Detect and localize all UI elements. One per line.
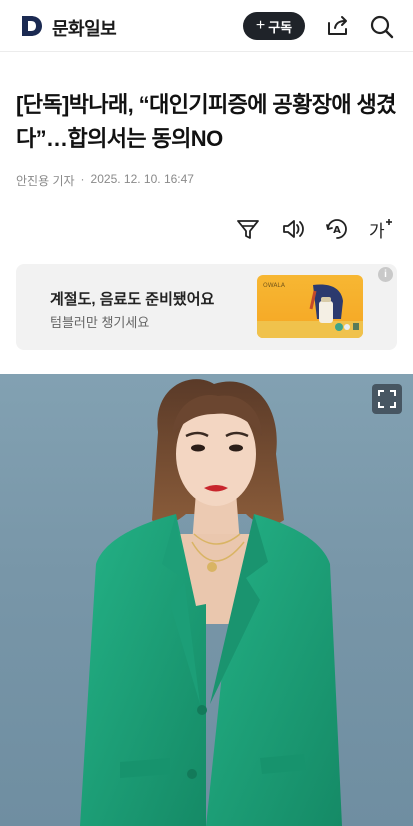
font-size-icon[interactable]: 가 <box>368 216 394 242</box>
ad-banner[interactable]: 계절도, 음료도 준비됐어요 텀블러만 챙기세요 OWALA i <box>16 264 397 350</box>
article-headline: [단독]박나래, “대인기피증에 공황장애 생겼다”…합의서는 동의NO <box>16 92 396 151</box>
plus-icon: + <box>255 17 266 34</box>
expand-icon <box>378 390 396 408</box>
share-icon[interactable] <box>325 14 351 38</box>
top-bar: 문화일보 + 구독 <box>0 0 413 52</box>
ad-thumbnail: OWALA <box>257 275 363 338</box>
ad-title: 계절도, 음료도 준비됐어요 <box>50 291 215 308</box>
article-tools: A 가 <box>0 216 413 244</box>
subscribe-button[interactable]: + 구독 <box>243 12 305 40</box>
translate-icon[interactable]: A <box>324 216 350 242</box>
byline-date: 2025. 12. 10. 16:47 <box>90 172 194 186</box>
ad-subtitle: 텀블러만 챙기세요 <box>50 315 150 330</box>
fullscreen-button[interactable] <box>372 384 402 414</box>
portrait-illustration <box>80 379 342 826</box>
brand-name[interactable]: 문화일보 <box>52 15 117 41</box>
logo-d-icon[interactable] <box>20 14 44 38</box>
speaker-icon[interactable] <box>280 216 306 242</box>
svg-text:A: A <box>333 225 341 236</box>
byline-separator: · <box>80 172 85 186</box>
search-icon[interactable] <box>369 14 395 40</box>
ad-thumb-brand: OWALA <box>263 282 286 289</box>
tumbler-illustration: OWALA <box>257 282 363 338</box>
byline-author[interactable]: 안진용 기자 <box>16 172 75 189</box>
byline: 안진용 기자 · 2025. 12. 10. 16:47 <box>16 172 194 189</box>
svg-text:가: 가 <box>369 222 385 242</box>
article-photo[interactable] <box>0 374 413 826</box>
filter-icon[interactable] <box>235 216 261 242</box>
ad-info-icon[interactable]: i <box>378 267 393 282</box>
subscribe-label: 구독 <box>268 19 293 35</box>
